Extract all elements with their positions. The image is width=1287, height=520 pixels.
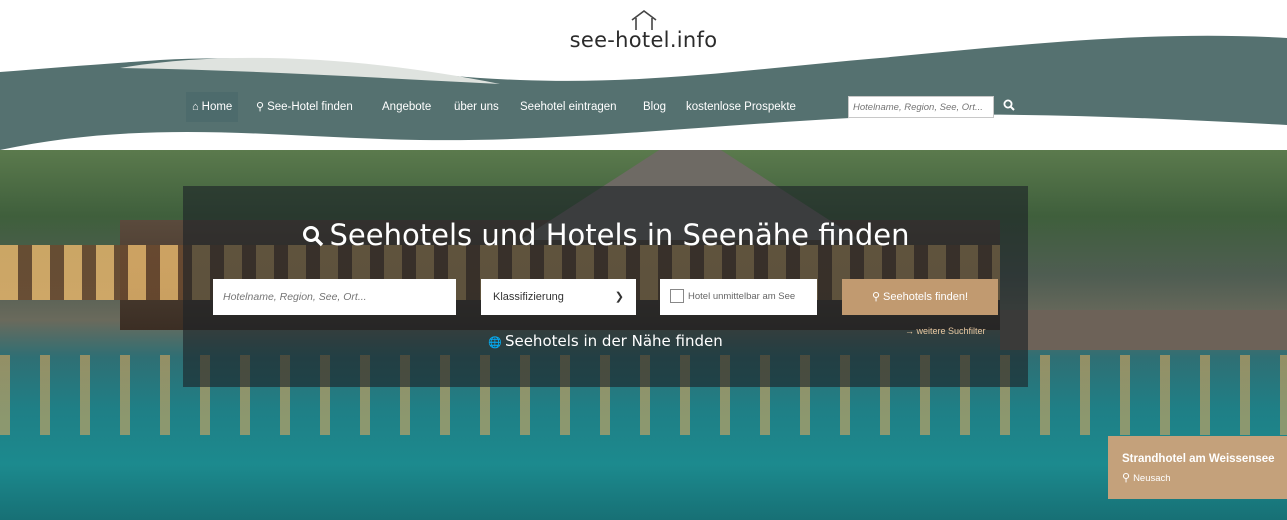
lakeside-checkbox-label: Hotel unmittelbar am See bbox=[688, 291, 796, 302]
map-marker-icon: ⚲ bbox=[1122, 472, 1131, 484]
search-icon bbox=[1003, 99, 1015, 111]
search-panel: Seehotels und Hotels in Seenähe finden K… bbox=[183, 186, 1028, 387]
dock-shape bbox=[1000, 310, 1287, 350]
nearby-hotels-link[interactable]: 🌐 Seehotels in der Nähe finden bbox=[183, 332, 1028, 350]
hotel-search-input[interactable] bbox=[213, 279, 456, 315]
hero-title: Seehotels und Hotels in Seenähe finden bbox=[183, 218, 1028, 252]
map-marker-icon: ⚲ bbox=[871, 291, 881, 303]
site-logo[interactable]: see-hotel.info bbox=[0, 8, 1287, 52]
featured-hotel-card[interactable]: Strandhotel am Weissensee ⚲ Neusach bbox=[1108, 436, 1287, 499]
nearby-hotels-label: Seehotels in der Nähe finden bbox=[504, 332, 723, 350]
nav-home[interactable]: ⌂ Home bbox=[186, 92, 239, 122]
hero-title-text: Seehotels und Hotels in Seenähe finden bbox=[329, 218, 910, 252]
home-icon: ⌂ bbox=[192, 101, 199, 113]
nav-see-hotel-finden[interactable]: ⚲ See-Hotel finden bbox=[256, 92, 353, 122]
nav-seehotel-eintragen[interactable]: Seehotel eintragen bbox=[520, 92, 617, 122]
search-icon: ⚲ bbox=[256, 101, 265, 113]
lakeside-checkbox[interactable]: Hotel unmittelbar am See bbox=[660, 279, 817, 315]
nav-see-hotel-finden-label: See-Hotel finden bbox=[267, 101, 353, 113]
checkbox-box[interactable] bbox=[670, 289, 684, 304]
main-nav: ⌂ Home ⚲ See-Hotel finden Angebote über un… bbox=[0, 92, 1287, 122]
nav-ueber-uns[interactable]: über uns bbox=[454, 92, 499, 122]
featured-hotel-location-text: Neusach bbox=[1133, 473, 1171, 484]
find-hotels-button-label: Seehotels finden! bbox=[883, 291, 969, 303]
classification-select[interactable]: Klassifizierung ❯ bbox=[481, 279, 636, 315]
find-hotels-button[interactable]: ⚲ Seehotels finden! bbox=[842, 279, 998, 315]
chevron-down-icon: ❯ bbox=[614, 291, 624, 303]
nav-angebote[interactable]: Angebote bbox=[382, 92, 431, 122]
logo-text: see-hotel.info bbox=[569, 28, 718, 52]
globe-icon: 🌐 bbox=[488, 336, 502, 349]
nav-search-input[interactable] bbox=[848, 96, 994, 118]
classification-select-label: Klassifizierung bbox=[493, 291, 564, 303]
nav-blog[interactable]: Blog bbox=[643, 92, 666, 122]
nav-search-button[interactable] bbox=[998, 96, 1020, 118]
featured-hotel-name: Strandhotel am Weissensee bbox=[1122, 453, 1275, 465]
nav-kostenlose-prospekte[interactable]: kostenlose Prospekte bbox=[686, 92, 796, 122]
featured-hotel-location: ⚲ Neusach bbox=[1122, 471, 1171, 484]
nav-home-label: Home bbox=[201, 101, 233, 113]
search-icon bbox=[302, 226, 323, 247]
